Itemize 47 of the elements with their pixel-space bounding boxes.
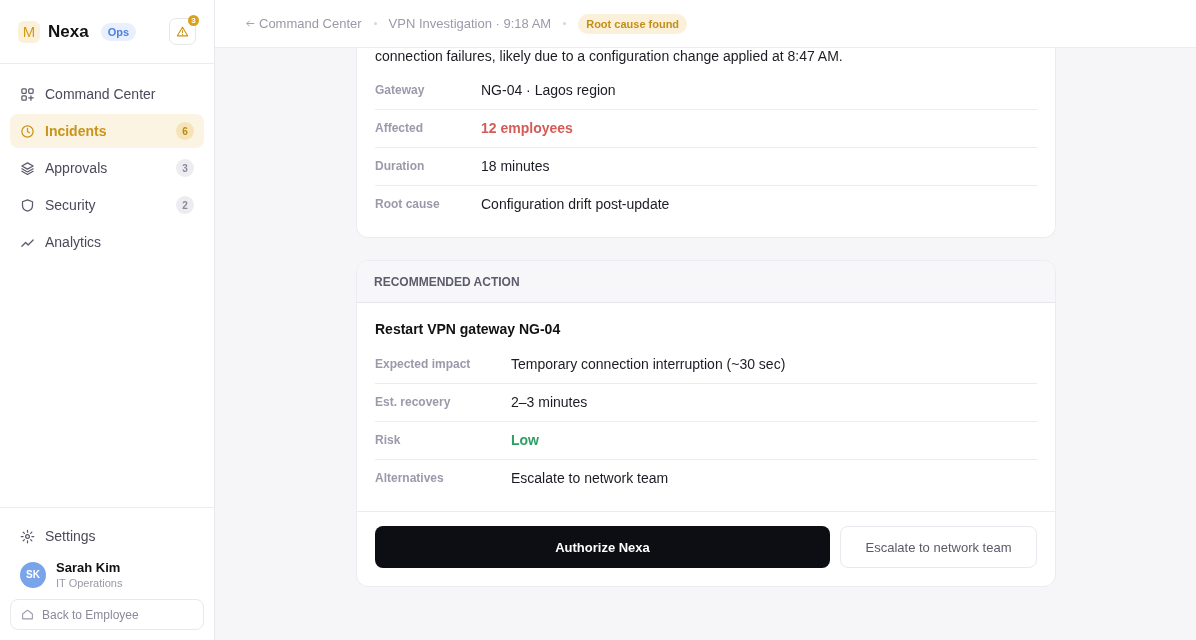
alert-count: 3: [188, 15, 199, 26]
field-label: Gateway: [375, 82, 426, 97]
home-icon: [21, 608, 34, 621]
status-badge: Root cause found: [578, 13, 688, 34]
field-value: Low: [511, 432, 540, 448]
nav-item[interactable]: Approvals 3: [10, 151, 204, 185]
section-header: RECOMMENDED ACTION: [357, 261, 1055, 303]
nav-item[interactable]: Security 2: [10, 188, 204, 222]
field-label: Risk: [375, 432, 402, 447]
field-label: Duration: [375, 158, 426, 173]
settings-icon: [20, 528, 35, 544]
field-label: Affected: [375, 120, 424, 135]
action-title: Restart VPN gateway NG-04: [375, 321, 562, 337]
nav-item[interactable]: Analytics: [10, 225, 204, 259]
settings-item[interactable]: Settings: [10, 518, 204, 554]
brand-name: Nexa: [48, 21, 89, 42]
clock-icon: [20, 123, 35, 139]
field-label: Est. recovery: [375, 394, 452, 409]
page-title: VPN Investigation · 9:18 AM: [388, 16, 552, 31]
escalate-button[interactable]: Escalate to network team: [840, 526, 1037, 568]
field-value: Configuration drift post-update: [481, 196, 671, 212]
field-label: Expected impact: [375, 356, 472, 371]
count-badge: 2: [176, 196, 194, 214]
count-badge: 6: [176, 122, 194, 140]
field-label: Root cause: [375, 196, 441, 211]
back-to-employee-button[interactable]: Back to Employee: [10, 599, 204, 630]
user-name: Sarah Kim: [56, 560, 122, 575]
authorize-button[interactable]: Authorize Nexa: [375, 526, 830, 568]
field-value: Temporary connection interruption (~30 sec): [511, 356, 787, 372]
user-role: IT Operations: [56, 577, 123, 589]
user-avatar: SK: [20, 561, 46, 588]
field-value: NG-04 · Lagos region: [481, 82, 617, 98]
shield-icon: [20, 197, 35, 213]
summary-text: connection failures, likely due to a configuration change applied at 8:47 AM.: [375, 48, 844, 64]
field-value: Escalate to network team: [511, 470, 670, 486]
field-value: 18 minutes: [481, 158, 551, 174]
field-value: 12 employees: [481, 120, 574, 136]
warning-icon: [176, 25, 189, 38]
field-label: Alternatives: [375, 470, 445, 485]
layers-icon: [20, 160, 35, 176]
nav-item[interactable]: Command Center: [10, 77, 204, 111]
back-arrow-icon: [245, 18, 256, 29]
field-value: 2–3 minutes: [511, 394, 589, 410]
logo-mark: M: [18, 20, 40, 43]
ops-tag: Ops: [100, 22, 137, 41]
count-badge: 3: [176, 159, 194, 177]
grid-icon: [20, 86, 35, 102]
